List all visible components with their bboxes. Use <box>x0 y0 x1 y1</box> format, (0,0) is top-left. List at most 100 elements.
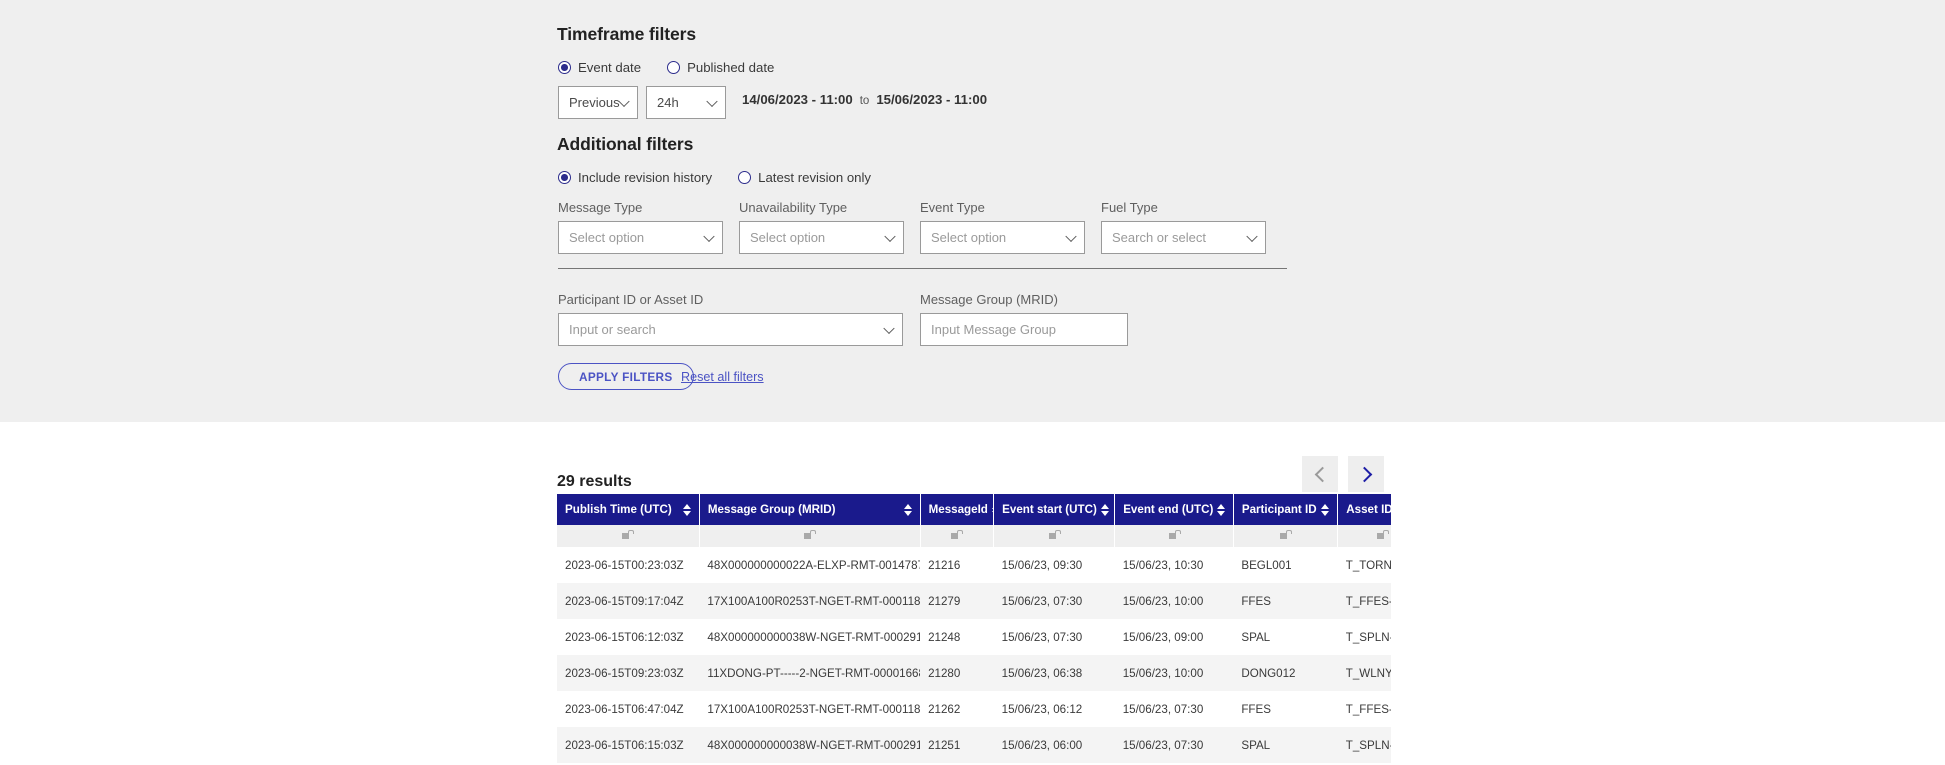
radio-button-icon <box>558 171 571 184</box>
chevron-right-icon <box>1356 466 1372 482</box>
sort-toggle-icon[interactable] <box>903 503 912 516</box>
cell-event-start: 15/06/23, 06:38 <box>993 655 1115 691</box>
cell-asset-id: T_FFES-1 <box>1337 583 1391 619</box>
cell-message-id: 21262 <box>920 691 994 727</box>
sort-toggle-icon[interactable] <box>1217 503 1226 516</box>
radio-latest-revision-only-label: Latest revision only <box>758 170 872 185</box>
timeframe-relative-select[interactable]: Previous <box>558 86 638 119</box>
column-filter-participant-id[interactable] <box>1233 525 1339 547</box>
timeframe-relative-value: Previous <box>569 95 620 110</box>
cell-event-start: 15/06/23, 06:12 <box>993 691 1115 727</box>
cell-message-group: 48X000000000022A-ELXP-RMT-00147873 <box>699 547 921 583</box>
column-filter-event-end[interactable] <box>1114 525 1234 547</box>
revision-radio-group: Include revision history Latest revision… <box>558 170 889 185</box>
column-filter-publish-time[interactable] <box>557 525 700 547</box>
column-header-asset-id[interactable]: Asset ID <box>1337 494 1391 525</box>
chevron-down-icon <box>1065 230 1077 242</box>
radio-published-date[interactable]: Published date <box>667 60 774 75</box>
previous-page-button[interactable] <box>1302 456 1338 492</box>
chevron-down-icon <box>618 95 630 107</box>
cell-message-group: 48X000000000038W-NGET-RMT-00029148 <box>699 619 921 655</box>
message-type-field: Message Type Select option <box>558 200 723 254</box>
radio-latest-revision-only[interactable]: Latest revision only <box>738 170 871 185</box>
cell-participant-id: SPAL <box>1233 727 1338 763</box>
filter-icon <box>951 530 964 540</box>
table-header-row: Publish Time (UTC) Message Group (MRID) <box>557 494 1391 525</box>
radio-button-icon <box>738 171 752 184</box>
table-row[interactable]: 2023-06-15T06:12:03Z 48X000000000038W-NGE… <box>557 619 1391 655</box>
table-row[interactable]: 2023-06-15T09:17:04Z 17X100A100R0253T-NGE… <box>557 583 1391 619</box>
participant-id-label: Participant ID or Asset ID <box>558 292 704 307</box>
column-filter-event-start[interactable] <box>993 525 1116 547</box>
column-header-message-group[interactable]: Message Group (MRID) <box>699 494 921 525</box>
table-row[interactable]: 2023-06-15T06:47:04Z 17X100A100R0253T-NGE… <box>557 691 1391 727</box>
column-filter-asset-id[interactable] <box>1337 525 1391 547</box>
radio-event-date[interactable]: Event date <box>558 60 641 75</box>
message-type-select[interactable]: Select option <box>558 221 723 254</box>
cell-publish-time: 2023-06-15T09:23:03Z <box>557 655 700 691</box>
radio-published-date-label: Published date <box>687 60 775 75</box>
message-group-input[interactable]: Input Message Group <box>920 313 1128 346</box>
cell-message-group: 48X000000000038W-NGET-RMT-00029162 <box>699 727 921 763</box>
cell-event-start: 15/06/23, 07:30 <box>993 583 1115 619</box>
column-header-participant-id[interactable]: Participant ID <box>1233 494 1339 525</box>
participant-id-field: Participant ID or Asset ID Input or sear… <box>558 292 903 346</box>
radio-button-icon <box>558 61 571 74</box>
event-type-label: Event Type <box>920 200 985 215</box>
cell-message-group: 11XDONG-PT-----2-NGET-RMT-00001668 <box>699 655 921 691</box>
participant-id-select[interactable]: Input or search <box>558 313 903 346</box>
column-header-label: Message Group (MRID) <box>707 503 836 516</box>
event-type-select[interactable]: Select option <box>920 221 1085 254</box>
date-range-to: 15/06/2023 - 11:00 <box>876 92 988 107</box>
next-page-button[interactable] <box>1348 456 1384 492</box>
chevron-down-icon <box>883 322 895 334</box>
column-header-message-id[interactable]: MessageId <box>920 494 1000 525</box>
fuel-type-select[interactable]: Search or select <box>1101 221 1266 254</box>
message-type-label: Message Type <box>558 200 643 215</box>
table-row[interactable]: 2023-06-15T00:23:03Z 48X000000000022A-ELX… <box>557 547 1391 583</box>
cell-publish-time: 2023-06-15T06:12:03Z <box>557 619 700 655</box>
unavailability-type-placeholder: Select option <box>750 230 826 245</box>
message-group-label: Message Group (MRID) <box>920 292 1058 307</box>
sort-toggle-icon[interactable] <box>682 503 691 516</box>
message-type-placeholder: Select option <box>569 230 645 245</box>
timeframe-duration-value: 24h <box>657 95 679 110</box>
filter-icon <box>1280 530 1293 540</box>
filters-divider <box>558 268 1287 269</box>
date-basis-radio-group: Event date Published date <box>558 60 792 75</box>
column-filter-message-id[interactable] <box>920 525 995 547</box>
radio-include-revision-history[interactable]: Include revision history <box>558 170 712 185</box>
cell-event-start: 15/06/23, 07:30 <box>993 619 1115 655</box>
timeframe-duration-select[interactable]: 24h <box>646 86 726 119</box>
filter-panel: Timeframe filters Event date Published d… <box>0 0 1945 420</box>
table-row[interactable]: 2023-06-15T06:15:03Z 48X000000000038W-NGE… <box>557 727 1391 763</box>
event-type-placeholder: Select option <box>931 230 1007 245</box>
cell-asset-id: T_TORN-2 <box>1337 547 1391 583</box>
cell-event-end: 15/06/23, 07:30 <box>1114 727 1234 763</box>
column-header-publish-time[interactable]: Publish Time (UTC) <box>557 494 700 525</box>
column-header-label: MessageId <box>928 503 988 516</box>
cell-asset-id: T_FFES-1 <box>1337 691 1391 727</box>
unavailability-type-select[interactable]: Select option <box>739 221 904 254</box>
fuel-type-label: Fuel Type <box>1101 200 1158 215</box>
column-header-event-end[interactable]: Event end (UTC) <box>1114 494 1234 525</box>
apply-filters-button[interactable]: APPLY FILTERS <box>558 363 694 390</box>
date-range-display: 14/06/2023 - 11:00 to 15/06/2023 - 11:00 <box>742 92 987 107</box>
radio-button-icon <box>667 61 681 74</box>
column-filter-message-group[interactable] <box>699 525 921 547</box>
sort-toggle-icon[interactable] <box>1100 503 1109 516</box>
cell-event-start: 15/06/23, 06:00 <box>993 727 1115 763</box>
cell-publish-time: 2023-06-15T00:23:03Z <box>557 547 700 583</box>
cell-message-id: 21216 <box>920 547 994 583</box>
column-header-event-start[interactable]: Event start (UTC) <box>993 494 1116 525</box>
chevron-down-icon <box>706 95 718 107</box>
sort-toggle-icon[interactable] <box>1321 503 1330 516</box>
cell-event-end: 15/06/23, 10:00 <box>1114 583 1234 619</box>
column-header-label: Event end (UTC) <box>1123 503 1214 516</box>
reset-all-filters-link[interactable]: Reset all filters <box>681 370 764 384</box>
fuel-type-placeholder: Search or select <box>1112 230 1206 245</box>
filter-icon <box>622 530 635 540</box>
cell-publish-time: 2023-06-15T06:15:03Z <box>557 727 700 763</box>
table-row[interactable]: 2023-06-15T09:23:03Z 11XDONG-PT-----2-NGE… <box>557 655 1391 691</box>
results-table: Publish Time (UTC) Message Group (MRID) <box>557 494 1391 763</box>
